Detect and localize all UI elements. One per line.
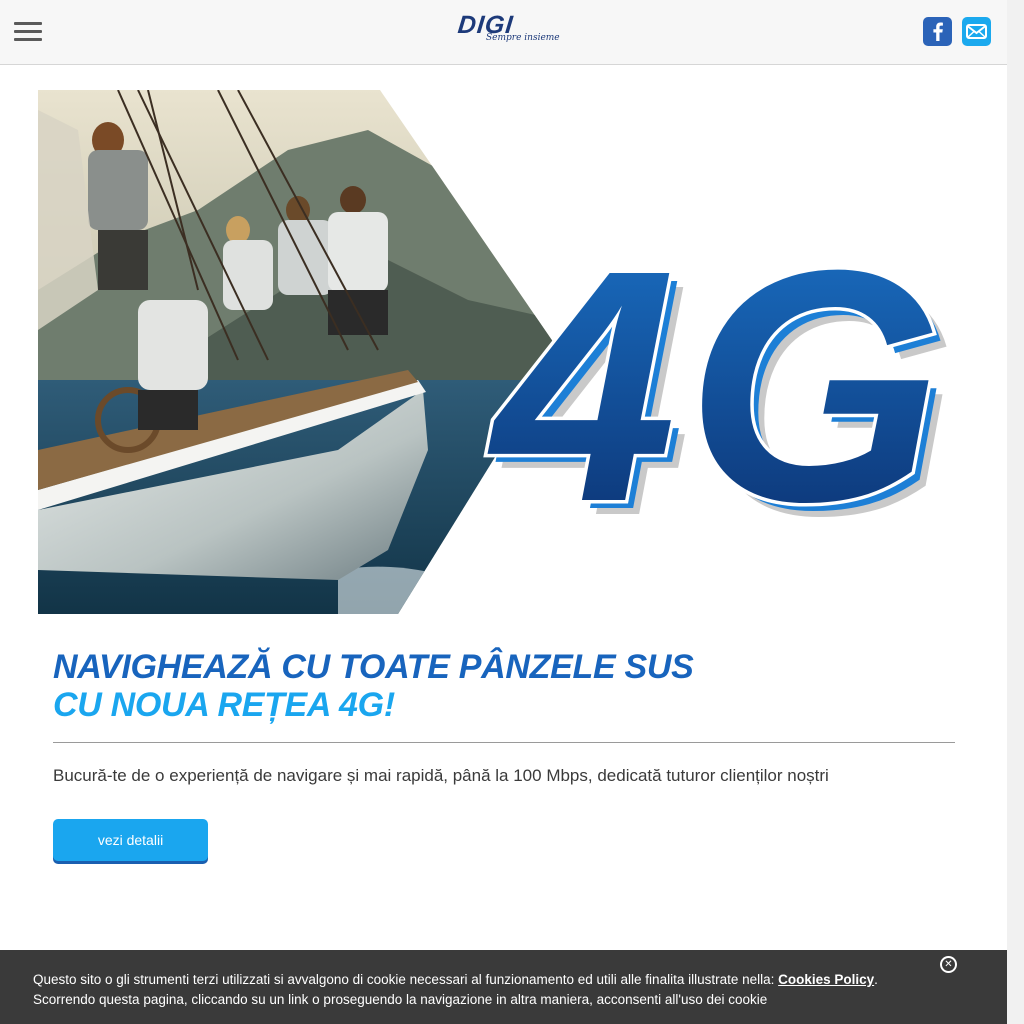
hero-banner[interactable]: 4 G 4 G 4 G [38, 90, 968, 614]
mail-icon[interactable] [962, 17, 991, 46]
promo-description: Bucură-te de o experiență de navigare și… [53, 766, 829, 785]
divider [53, 742, 955, 743]
close-icon[interactable]: ✕ [940, 956, 957, 973]
digi-logo[interactable]: DIGI Sempre insieme [457, 11, 560, 52]
facebook-icon[interactable] [923, 17, 952, 46]
headline-line-1: NAVIGHEAZĂ CU TOATE PÂNZELE SUS [53, 648, 694, 686]
hamburger-menu-icon[interactable] [14, 22, 42, 42]
details-button[interactable]: vezi detalii [53, 819, 208, 861]
cookie-line-1: Questo sito o gli strumenti terzi utiliz… [33, 972, 779, 987]
4g-badge: 4 G 4 G 4 G [479, 198, 957, 585]
hero-image: 4 G 4 G 4 G [38, 90, 957, 614]
logo-tagline: Sempre insieme [486, 33, 560, 43]
site-header: DIGI Sempre insieme [0, 0, 1007, 65]
svg-text:4: 4 [483, 201, 677, 570]
headline-line-2: CU NOUA REȚEA 4G! [53, 686, 395, 724]
cookie-line-2: Scorrendo questa pagina, cliccando su un… [33, 992, 768, 1007]
cookie-line-1-suffix: . [874, 972, 878, 987]
cookie-policy-link[interactable]: Cookies Policy [778, 972, 874, 987]
scrollbar-track[interactable] [1007, 0, 1024, 1024]
cookie-banner: Questo sito o gli strumenti terzi utiliz… [0, 950, 1007, 1024]
cookie-text: Questo sito o gli strumenti terzi utiliz… [33, 970, 878, 1010]
promo-headline: NAVIGHEAZĂ CU TOATE PÂNZELE SUS CU NOUA … [53, 648, 694, 724]
svg-text:G: G [686, 201, 943, 570]
